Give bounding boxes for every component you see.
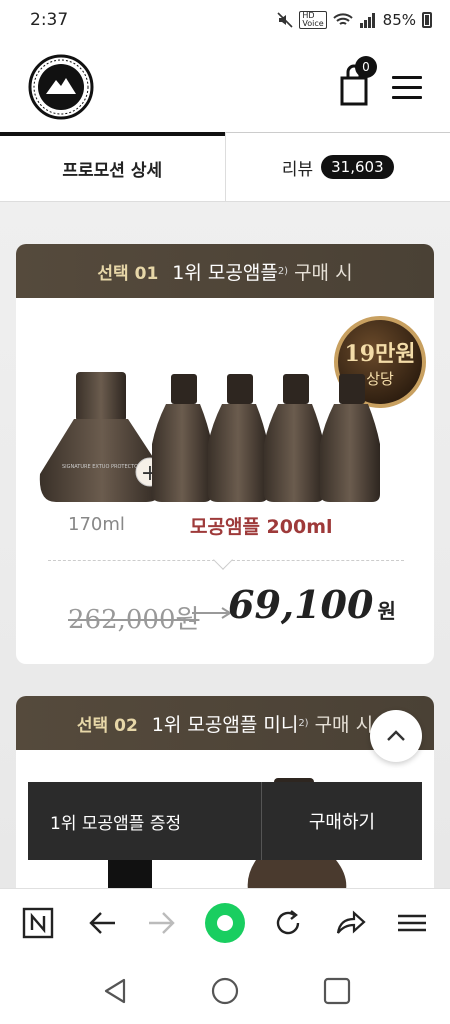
forward-arrow-icon[interactable] — [144, 905, 180, 941]
footnote-mark-2: 2) — [298, 717, 309, 729]
system-nav-bar — [0, 956, 450, 1024]
mute-icon — [277, 12, 293, 28]
cart-count-badge: 0 — [355, 56, 377, 78]
product-image: SIGNATURE EXTUO PROTECTOR 3.1 + — [39, 372, 380, 502]
offer-title-suffix: 구매 시 — [294, 261, 353, 284]
select-label-2: 선택 02 — [76, 715, 138, 736]
offer-title: 1위 모공앰플 — [172, 261, 278, 284]
wifi-icon — [332, 13, 353, 25]
signal-icon — [359, 13, 375, 28]
offer-title-suffix-2: 구매 시 — [314, 713, 374, 736]
large-bottle-cap — [76, 372, 126, 422]
back-arrow-icon[interactable] — [84, 905, 120, 941]
sale-price-unit: 원 — [377, 599, 396, 623]
ampoule-volume: 모공앰플 200ml — [190, 516, 333, 538]
naver-green-dot-icon[interactable] — [203, 901, 247, 945]
nav-back-icon[interactable] — [100, 976, 130, 1006]
chevron-up-icon — [387, 730, 405, 741]
status-bar: 2:37 HD Voice 85% — [0, 0, 450, 42]
purchase-bar: 1위 모공앰플 증정 구매하기 — [28, 782, 422, 860]
footnote-mark: 2) — [277, 265, 289, 277]
offer-card-1[interactable]: 선택 01 1위 모공앰플 2) 구매 시 19만원 상당 SIGNATURE … — [16, 244, 434, 664]
browser-toolbar — [0, 888, 450, 956]
promotion-content: 선택 01 1위 모공앰플 2) 구매 시 19만원 상당 SIGNATURE … — [0, 202, 450, 888]
large-bottle-volume: 170ml — [68, 514, 125, 535]
battery-percent: 85% — [382, 11, 416, 29]
naver-home-icon[interactable] — [20, 905, 56, 941]
review-count-badge: 31,603 — [321, 155, 394, 179]
gift-option-label: 1위 모공앰플 증정 — [50, 813, 182, 834]
offer-title-2: 1위 모공앰플 미니 — [151, 713, 299, 736]
brand-logo[interactable] — [28, 54, 94, 120]
tab-promotion-label: 프로모션 상세 — [62, 161, 163, 181]
select-label: 선택 01 — [97, 263, 159, 284]
status-icons: HD Voice 85% — [277, 11, 432, 29]
share-icon[interactable] — [332, 905, 368, 941]
tab-review-label: 리뷰 — [281, 159, 314, 180]
buy-button[interactable]: 구매하기 — [262, 782, 422, 860]
menu-icon[interactable] — [392, 76, 422, 100]
site-header: 0 — [0, 42, 450, 132]
hd-voice-icon: HD Voice — [299, 11, 327, 29]
sale-price-value: 69,100 — [228, 582, 374, 627]
arrow-right-icon — [192, 607, 232, 619]
tab-bar: 프로모션 상세 리뷰 31,603 — [0, 132, 450, 202]
badge-value: 19만원 — [344, 340, 416, 367]
scroll-to-top-button[interactable] — [370, 710, 422, 762]
nav-home-icon[interactable] — [210, 976, 240, 1006]
status-time: 2:37 — [30, 10, 69, 30]
nav-recents-icon[interactable] — [322, 976, 352, 1006]
original-price: 262,000원 — [68, 605, 200, 635]
offer-card-1-header: 선택 01 1위 모공앰플 2) 구매 시 — [16, 244, 434, 298]
sale-price: 69,100 원 — [228, 582, 396, 627]
tab-review[interactable]: 리뷰 31,603 — [224, 132, 450, 201]
divider-notch — [213, 550, 233, 570]
battery-icon — [422, 12, 432, 28]
browser-menu-icon[interactable] — [394, 905, 430, 941]
small-bottles — [152, 374, 380, 502]
buy-button-label: 구매하기 — [308, 812, 376, 833]
tab-promotion-detail[interactable]: 프로모션 상세 — [0, 132, 225, 201]
refresh-icon[interactable] — [270, 905, 306, 941]
gift-option-selector[interactable]: 1위 모공앰플 증정 — [28, 782, 262, 860]
